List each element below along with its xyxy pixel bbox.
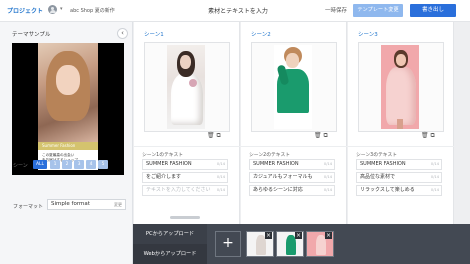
scene-text-field[interactable]: テキストを入力してください 0/14 [142,185,228,196]
scene-filter-2[interactable]: 2 [62,160,72,169]
scene-filter-3[interactable]: 3 [74,160,84,169]
scene-column-2: シーン2 🗑 ⧉ シーン2のテキスト SUMMER FASHION 0/14 カジ… [241,22,347,224]
trash-icon[interactable]: 🗑 [314,132,322,139]
template-change-button[interactable]: テンプレート変更 [353,4,403,17]
format-change-link[interactable]: 変更 [114,200,122,209]
trash-icon[interactable]: 🗑 [207,132,215,139]
scene-text-label: シーン1のテキスト [142,153,184,158]
crop-icon[interactable]: ⧉ [217,132,221,139]
trash-icon[interactable]: 🗑 [421,132,429,139]
media-thumbnail[interactable]: × [306,231,334,257]
format-select[interactable]: Simple format 変更 [47,199,126,210]
crop-icon[interactable]: ⧉ [431,132,435,139]
scene-title: シーン3 [358,32,378,38]
scene-column-3: シーン3 🗑 ⧉ シーン3のテキスト SUMMER FASHION 0/14 高品… [348,22,454,224]
scene-text-field[interactable]: あらゆるシーンに対応 0/14 [249,185,335,196]
shop-name: abc Shop 夏の新作 [70,8,115,14]
project-menu[interactable]: プロジェクト [7,6,43,15]
scene-image-frame[interactable] [144,42,230,132]
scene-filter-4[interactable]: 4 [86,160,96,169]
top-bar: プロジェクト ▾ abc Shop 夏の新作 素材とテキストを入力 一時保存 テ… [0,0,470,22]
close-icon[interactable]: × [265,232,272,239]
scene-text-field[interactable]: SUMMER FASHION 0/14 [356,159,442,170]
scene-photo [167,45,205,129]
media-thumbnail[interactable]: × [246,231,274,257]
scene-column-1: シーン1 🗑 ⧉ シーン1のテキスト SUMMER FASHION 0/14 をご… [134,22,240,224]
panel-title: テーマサンプル [12,32,51,38]
scene-text-field[interactable]: 高品位な素材で 0/14 [356,172,442,183]
scene-text-field[interactable]: カジュアルもフォーマルも 0/14 [249,172,335,183]
temp-save-link[interactable]: 一時保存 [325,6,347,14]
scene-text-field[interactable]: リラックスして楽しめる 0/14 [356,185,442,196]
chevron-down-icon[interactable]: ▾ [60,6,63,12]
scene-text-label: シーン2のテキスト [249,153,291,158]
preview-photo [38,43,98,142]
scene-filter-all[interactable]: ALL [33,160,47,169]
theme-sample-panel: テーマサンプル ‹ Summer Fashion この夏最高の出会い をお届けす… [0,22,133,264]
scene-title: シーン1 [144,32,164,38]
template-preview: Summer Fashion この夏最高の出会い をお届けするショップ [12,43,124,175]
user-avatar-icon[interactable] [48,5,57,14]
format-label: フォーマット [13,204,44,210]
scene-photo [274,45,312,129]
scene-text-field[interactable]: SUMMER FASHION 0/14 [142,159,228,170]
collapse-panel-icon[interactable]: ‹ [117,28,128,39]
scene-filter-5[interactable]: 5 [98,160,108,169]
upload-bar: PCからアップロード Webからアップロード + × × × [133,224,470,264]
scene-text-field[interactable]: をご紹介します 0/14 [142,172,228,183]
scene-text-label: シーン3のテキスト [356,153,398,158]
crop-icon[interactable]: ⧉ [324,132,328,139]
scene-photo [381,45,419,129]
media-thumbnail[interactable]: × [276,231,304,257]
web-upload-button[interactable]: Webからアップロード [133,244,207,264]
page-title: 素材とテキストを入力 [208,8,268,15]
scene-image-frame[interactable] [358,42,444,132]
close-icon[interactable]: × [295,232,302,239]
scene-filter-1[interactable]: 1 [50,160,60,169]
preview-band-text: Summer Fashion [38,142,98,150]
scene-text-field[interactable]: SUMMER FASHION 0/14 [249,159,335,170]
scene-title: シーン2 [251,32,271,38]
export-button[interactable]: 書き出し [410,4,456,17]
horizontal-scrollbar[interactable] [170,216,200,219]
close-icon[interactable]: × [325,232,332,239]
scene-filter-label: シーン [13,163,28,169]
scene-image-frame[interactable] [251,42,337,132]
pc-upload-button[interactable]: PCからアップロード [133,224,207,244]
add-media-button[interactable]: + [215,231,241,257]
